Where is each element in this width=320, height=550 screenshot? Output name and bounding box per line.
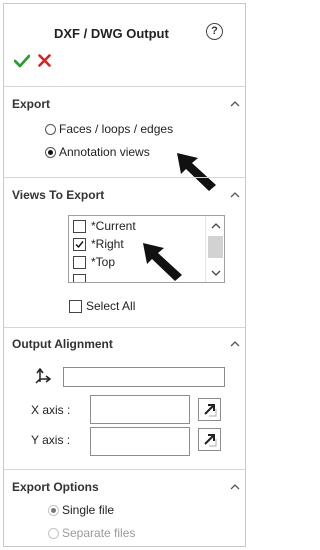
scroll-down-icon[interactable] xyxy=(211,270,221,276)
scroll-thumb[interactable] xyxy=(208,236,223,258)
radio-annotation-views-label[interactable]: Annotation views xyxy=(59,145,150,159)
alignment-section-title[interactable]: Output Alignment xyxy=(12,337,113,351)
collapse-caret-icon[interactable] xyxy=(230,340,240,348)
view-checkbox[interactable] xyxy=(73,274,86,282)
select-all-checkbox[interactable] xyxy=(69,300,82,313)
select-all-label[interactable]: Select All xyxy=(86,299,135,313)
ok-checkmark-icon[interactable] xyxy=(14,54,30,68)
view-label: *Current xyxy=(91,219,136,233)
y-axis-label: Y axis : xyxy=(31,433,71,447)
panel-header: DXF / DWG Output ? xyxy=(4,4,245,84)
view-label: *Right xyxy=(91,237,124,251)
x-axis-label: X axis : xyxy=(31,403,71,417)
section-divider xyxy=(4,327,245,328)
pointer-arrow-icon xyxy=(143,243,182,281)
radio-annotation-views[interactable] xyxy=(45,147,56,158)
collapse-caret-icon[interactable] xyxy=(230,100,240,108)
collapse-caret-icon[interactable] xyxy=(230,483,240,491)
help-icon[interactable]: ? xyxy=(206,23,223,40)
cancel-x-icon[interactable] xyxy=(38,54,51,67)
section-divider xyxy=(4,86,245,87)
radio-single-file[interactable] xyxy=(48,505,59,516)
listbox-scrollbar[interactable] xyxy=(205,216,224,282)
radio-separate-files-label[interactable]: Separate files xyxy=(62,526,135,540)
radio-faces-loops-edges[interactable] xyxy=(45,124,56,135)
pointer-arrow-icon xyxy=(177,153,216,191)
coordinate-origin-icon xyxy=(35,367,52,384)
radio-separate-files[interactable] xyxy=(48,528,59,539)
y-axis-input[interactable] xyxy=(90,427,190,456)
view-label: *Top xyxy=(91,255,116,269)
scroll-up-icon[interactable] xyxy=(211,223,221,229)
x-axis-direction-button[interactable] xyxy=(198,398,221,421)
origin-input[interactable] xyxy=(63,367,225,387)
export-section-title[interactable]: Export xyxy=(12,97,50,111)
y-axis-direction-button[interactable] xyxy=(198,428,221,451)
section-divider xyxy=(4,177,245,178)
reverse-direction-icon xyxy=(204,434,217,447)
view-checkbox[interactable] xyxy=(73,238,86,251)
export-options-section-title[interactable]: Export Options xyxy=(12,480,99,494)
collapse-caret-icon[interactable] xyxy=(230,191,240,199)
reverse-direction-icon xyxy=(204,404,217,417)
x-axis-input[interactable] xyxy=(90,395,190,424)
views-section-title[interactable]: Views To Export xyxy=(12,188,104,202)
panel-title: DXF / DWG Output xyxy=(54,26,169,41)
section-divider xyxy=(4,469,245,470)
checkmark-icon xyxy=(75,241,84,249)
view-checkbox[interactable] xyxy=(73,220,86,233)
radio-faces-loops-edges-label[interactable]: Faces / loops / edges xyxy=(59,122,173,136)
view-checkbox[interactable] xyxy=(73,256,86,269)
property-manager-panel: DXF / DWG Output ? Export Faces / loops … xyxy=(3,3,246,547)
radio-single-file-label[interactable]: Single file xyxy=(62,503,114,517)
